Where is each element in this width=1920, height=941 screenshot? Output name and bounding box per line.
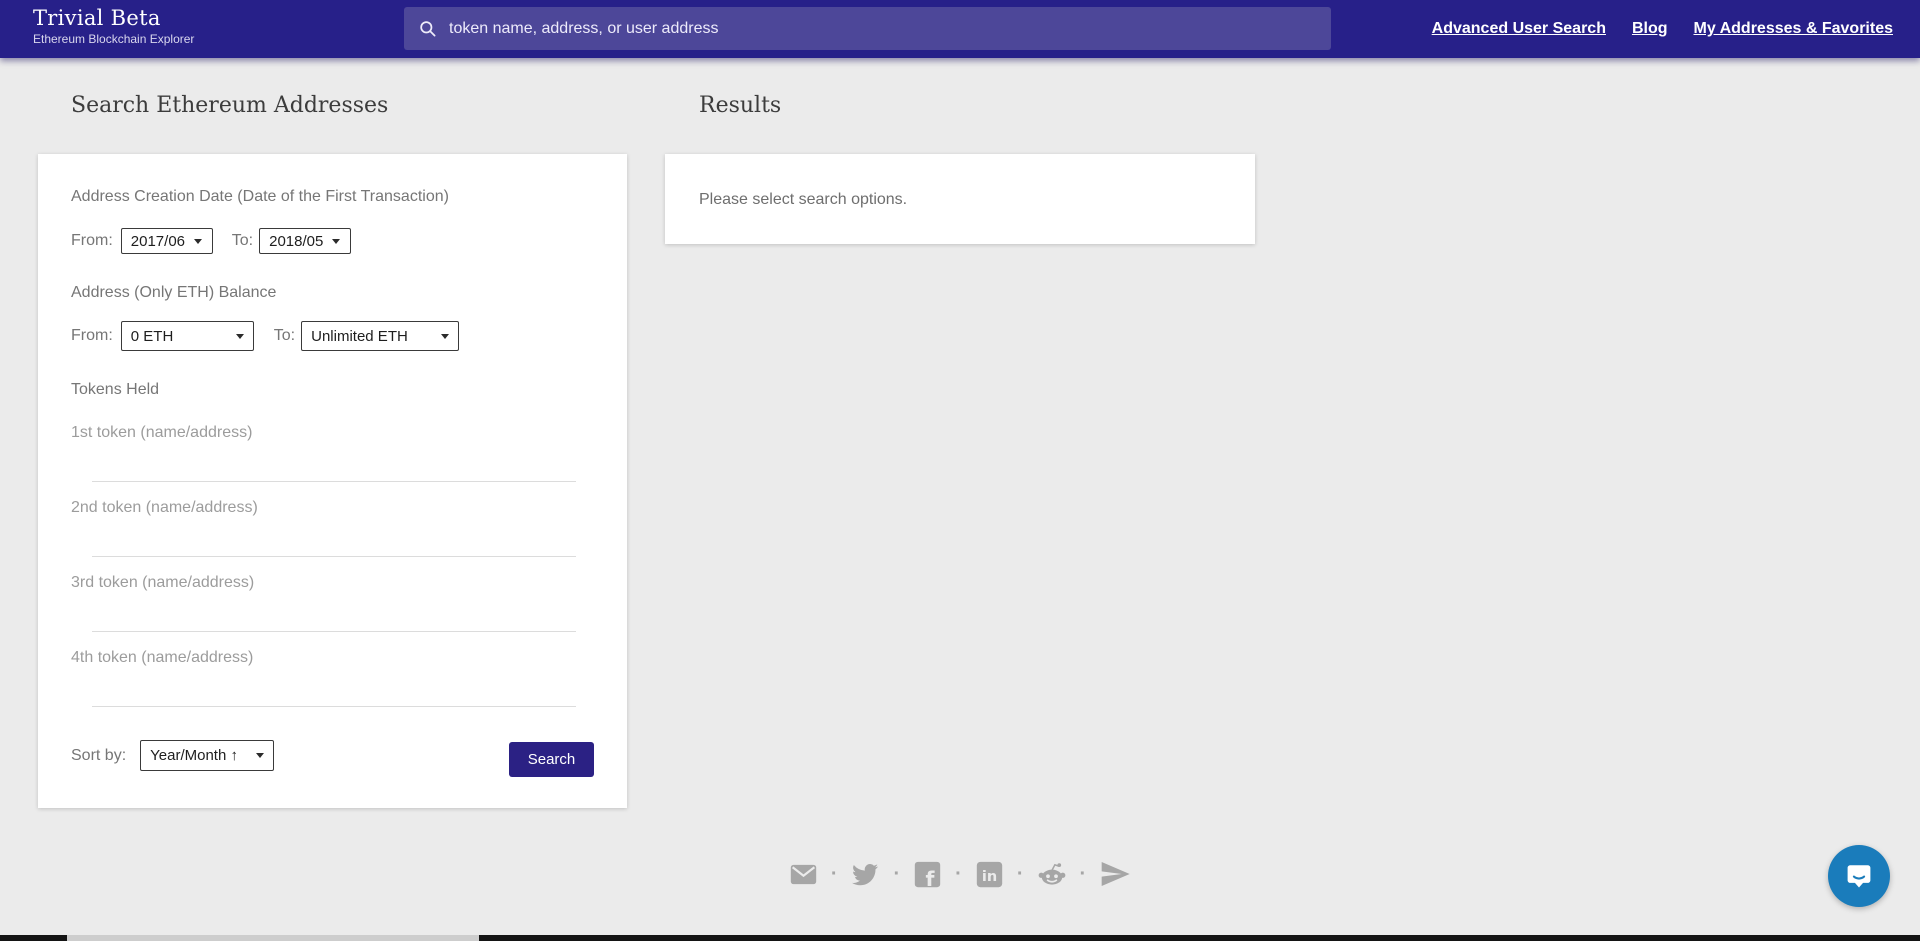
token-input-3[interactable] [92,596,576,632]
date-from-value: 2017/06 [130,232,186,250]
sort-row: Sort by: Year/Month ↑ [71,740,275,771]
chevron-down-icon [332,238,341,244]
page: Trivial Beta Ethereum Blockchain Explore… [0,0,1920,941]
results-section-heading: Results [699,93,782,118]
results-message: Please select search options. [699,191,908,208]
token-field-label: 2nd token (name/address) [71,499,258,516]
scrollbar-thumb[interactable] [67,935,479,941]
chevron-down-icon [235,333,244,339]
balance-from-value: 0 ETH [130,327,174,345]
creation-date-row: From: 2017/06 To: 2018/05 [71,228,352,254]
token-input-1[interactable] [92,446,576,482]
search-form-card: Address Creation Date (Date of the First… [38,154,627,808]
balance-from-label: From: [71,327,113,344]
reddit-icon[interactable] [1037,859,1067,889]
date-from-select[interactable]: 2017/06 [120,228,213,254]
horizontal-scrollbar[interactable] [0,935,1920,941]
creation-date-label: Address Creation Date (Date of the First… [71,188,449,205]
balance-row: From: 0 ETH To: Unlimited ETH [71,321,460,351]
search-icon [420,21,436,37]
balance-to-value: Unlimited ETH [311,327,408,345]
balance-to-label: To: [273,327,296,344]
token-field-1: 1st token (name/address) [38,424,627,486]
token-input-2[interactable] [92,521,576,557]
separator-dot: · [830,863,838,885]
sort-by-select[interactable]: Year/Month ↑ [140,740,275,771]
token-field-label: 3rd token (name/address) [71,574,255,591]
linkedin-icon[interactable]: in [975,860,1004,889]
svg-text:f: f [926,866,936,888]
twitter-icon[interactable] [850,859,880,889]
chat-widget-button[interactable] [1828,845,1890,907]
search-button[interactable]: Search [509,742,594,777]
email-icon[interactable] [789,860,818,889]
balance-from-select[interactable]: 0 ETH [120,321,254,351]
token-field-label: 1st token (name/address) [71,424,253,441]
nav-advanced-user-search[interactable]: Advanced User Search [1432,20,1606,38]
date-from-label: From: [71,232,113,249]
chevron-down-icon [441,333,450,339]
separator-dot: · [893,863,901,885]
telegram-icon[interactable] [1099,858,1131,890]
results-card: Please select search options. [665,154,1255,244]
tokens-held-label: Tokens Held [71,381,160,398]
nav-my-addresses-favorites[interactable]: My Addresses & Favorites [1694,20,1893,38]
app-subtitle: Ethereum Blockchain Explorer [33,32,195,46]
app-title: Trivial Beta [33,6,161,30]
social-links-bar: · · f · in · · [0,858,1920,890]
global-search-input[interactable] [449,19,1317,38]
app-header: Trivial Beta Ethereum Blockchain Explore… [0,0,1920,58]
separator-dot: · [1016,863,1024,885]
balance-to-select[interactable]: Unlimited ETH [301,321,460,351]
chevron-down-icon [194,238,203,244]
global-search-box[interactable] [404,7,1331,50]
token-field-4: 4th token (name/address) [38,649,627,711]
separator-dot: · [955,863,962,885]
token-input-4[interactable] [92,671,576,707]
token-field-label: 4th token (name/address) [71,649,254,666]
sort-by-value: Year/Month ↑ [150,747,238,764]
nav-blog[interactable]: Blog [1632,20,1668,38]
date-to-label: To: [231,232,254,249]
separator-dot: · [1079,863,1087,885]
date-to-value: 2018/05 [269,232,324,250]
facebook-icon[interactable]: f [913,860,942,889]
date-to-select[interactable]: 2018/05 [259,228,352,254]
sort-by-label: Sort by: [71,746,127,764]
search-section-heading: Search Ethereum Addresses [71,93,389,118]
header-nav: Advanced User Search Blog My Addresses &… [1432,0,1893,58]
token-field-2: 2nd token (name/address) [38,499,627,561]
chevron-down-icon [256,753,265,758]
chat-bubble-icon [1847,865,1871,888]
app-logo[interactable]: Trivial Beta Ethereum Blockchain Explore… [33,6,194,46]
token-field-3: 3rd token (name/address) [38,574,627,636]
svg-text:in: in [982,869,997,885]
balance-label: Address (Only ETH) Balance [71,284,277,301]
